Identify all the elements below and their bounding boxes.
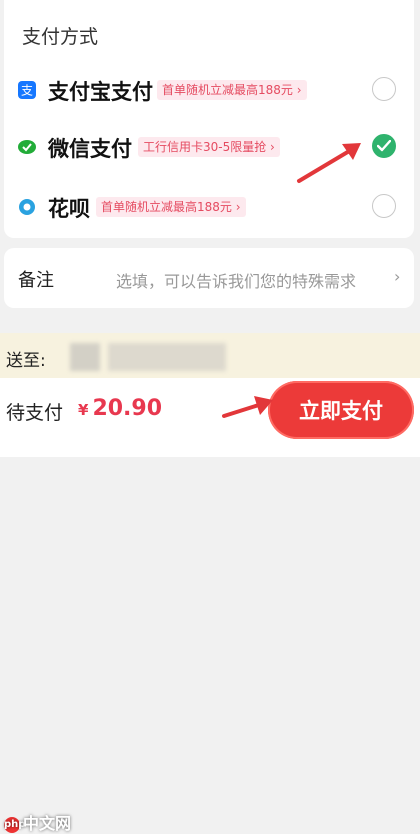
payment-option-name: 支付宝支付 [48, 80, 153, 104]
redacted-address [108, 343, 226, 371]
huabei-icon [18, 198, 36, 216]
shipping-address-bar[interactable]: 送至: [0, 333, 420, 378]
shipping-label: 送至: [6, 351, 46, 371]
payment-option-huabei[interactable]: 花呗 首单随机立减最高188元 › [4, 180, 414, 236]
wechat-pay-icon [18, 138, 36, 156]
currency-symbol: ¥ [78, 401, 89, 419]
payment-method-card: 支付方式 支 支付宝支付 首单随机立减最高188元 › 微信支付 工行信用卡30… [4, 0, 414, 238]
watermark-text: 中文网 [23, 814, 72, 833]
chevron-right-icon: › [394, 267, 401, 286]
amount-due-value: ¥20.90 [78, 396, 162, 421]
checkout-bar: 待支付 ¥20.90 立即支付 php中文网 [0, 378, 420, 833]
promo-badge[interactable]: 首单随机立减最高188元 › [157, 80, 307, 100]
remark-label: 备注 [18, 270, 54, 291]
remark-input-placeholder[interactable]: 选填，可以告诉我们您的特殊需求 [116, 268, 356, 292]
svg-text:支: 支 [21, 84, 33, 98]
watermark: php中文网 [4, 810, 71, 834]
radio-checked-icon[interactable] [372, 134, 396, 158]
radio-unchecked[interactable] [372, 194, 396, 218]
annotation-arrow-icon [297, 143, 361, 183]
redacted-address [70, 343, 100, 371]
payment-option-name: 微信支付 [48, 137, 132, 161]
promo-badge[interactable]: 工行信用卡30-5限量抢 › [138, 137, 280, 157]
section-title: 支付方式 [22, 26, 99, 48]
radio-unchecked[interactable] [372, 77, 396, 101]
payment-option-alipay[interactable]: 支 支付宝支付 首单随机立减最高188元 › [4, 63, 414, 119]
pay-now-button[interactable]: 立即支付 [268, 381, 414, 439]
amount-due-label: 待支付 [6, 402, 64, 424]
alipay-icon: 支 [18, 81, 36, 99]
watermark-logo: php [4, 816, 25, 833]
remark-row[interactable]: 备注 选填，可以告诉我们您的特殊需求 › [4, 248, 414, 308]
payment-option-name: 花呗 [48, 197, 90, 221]
amount-value: 20.90 [92, 396, 163, 421]
promo-badge[interactable]: 首单随机立减最高188元 › [96, 197, 246, 217]
annotation-arrow-icon [222, 396, 273, 418]
